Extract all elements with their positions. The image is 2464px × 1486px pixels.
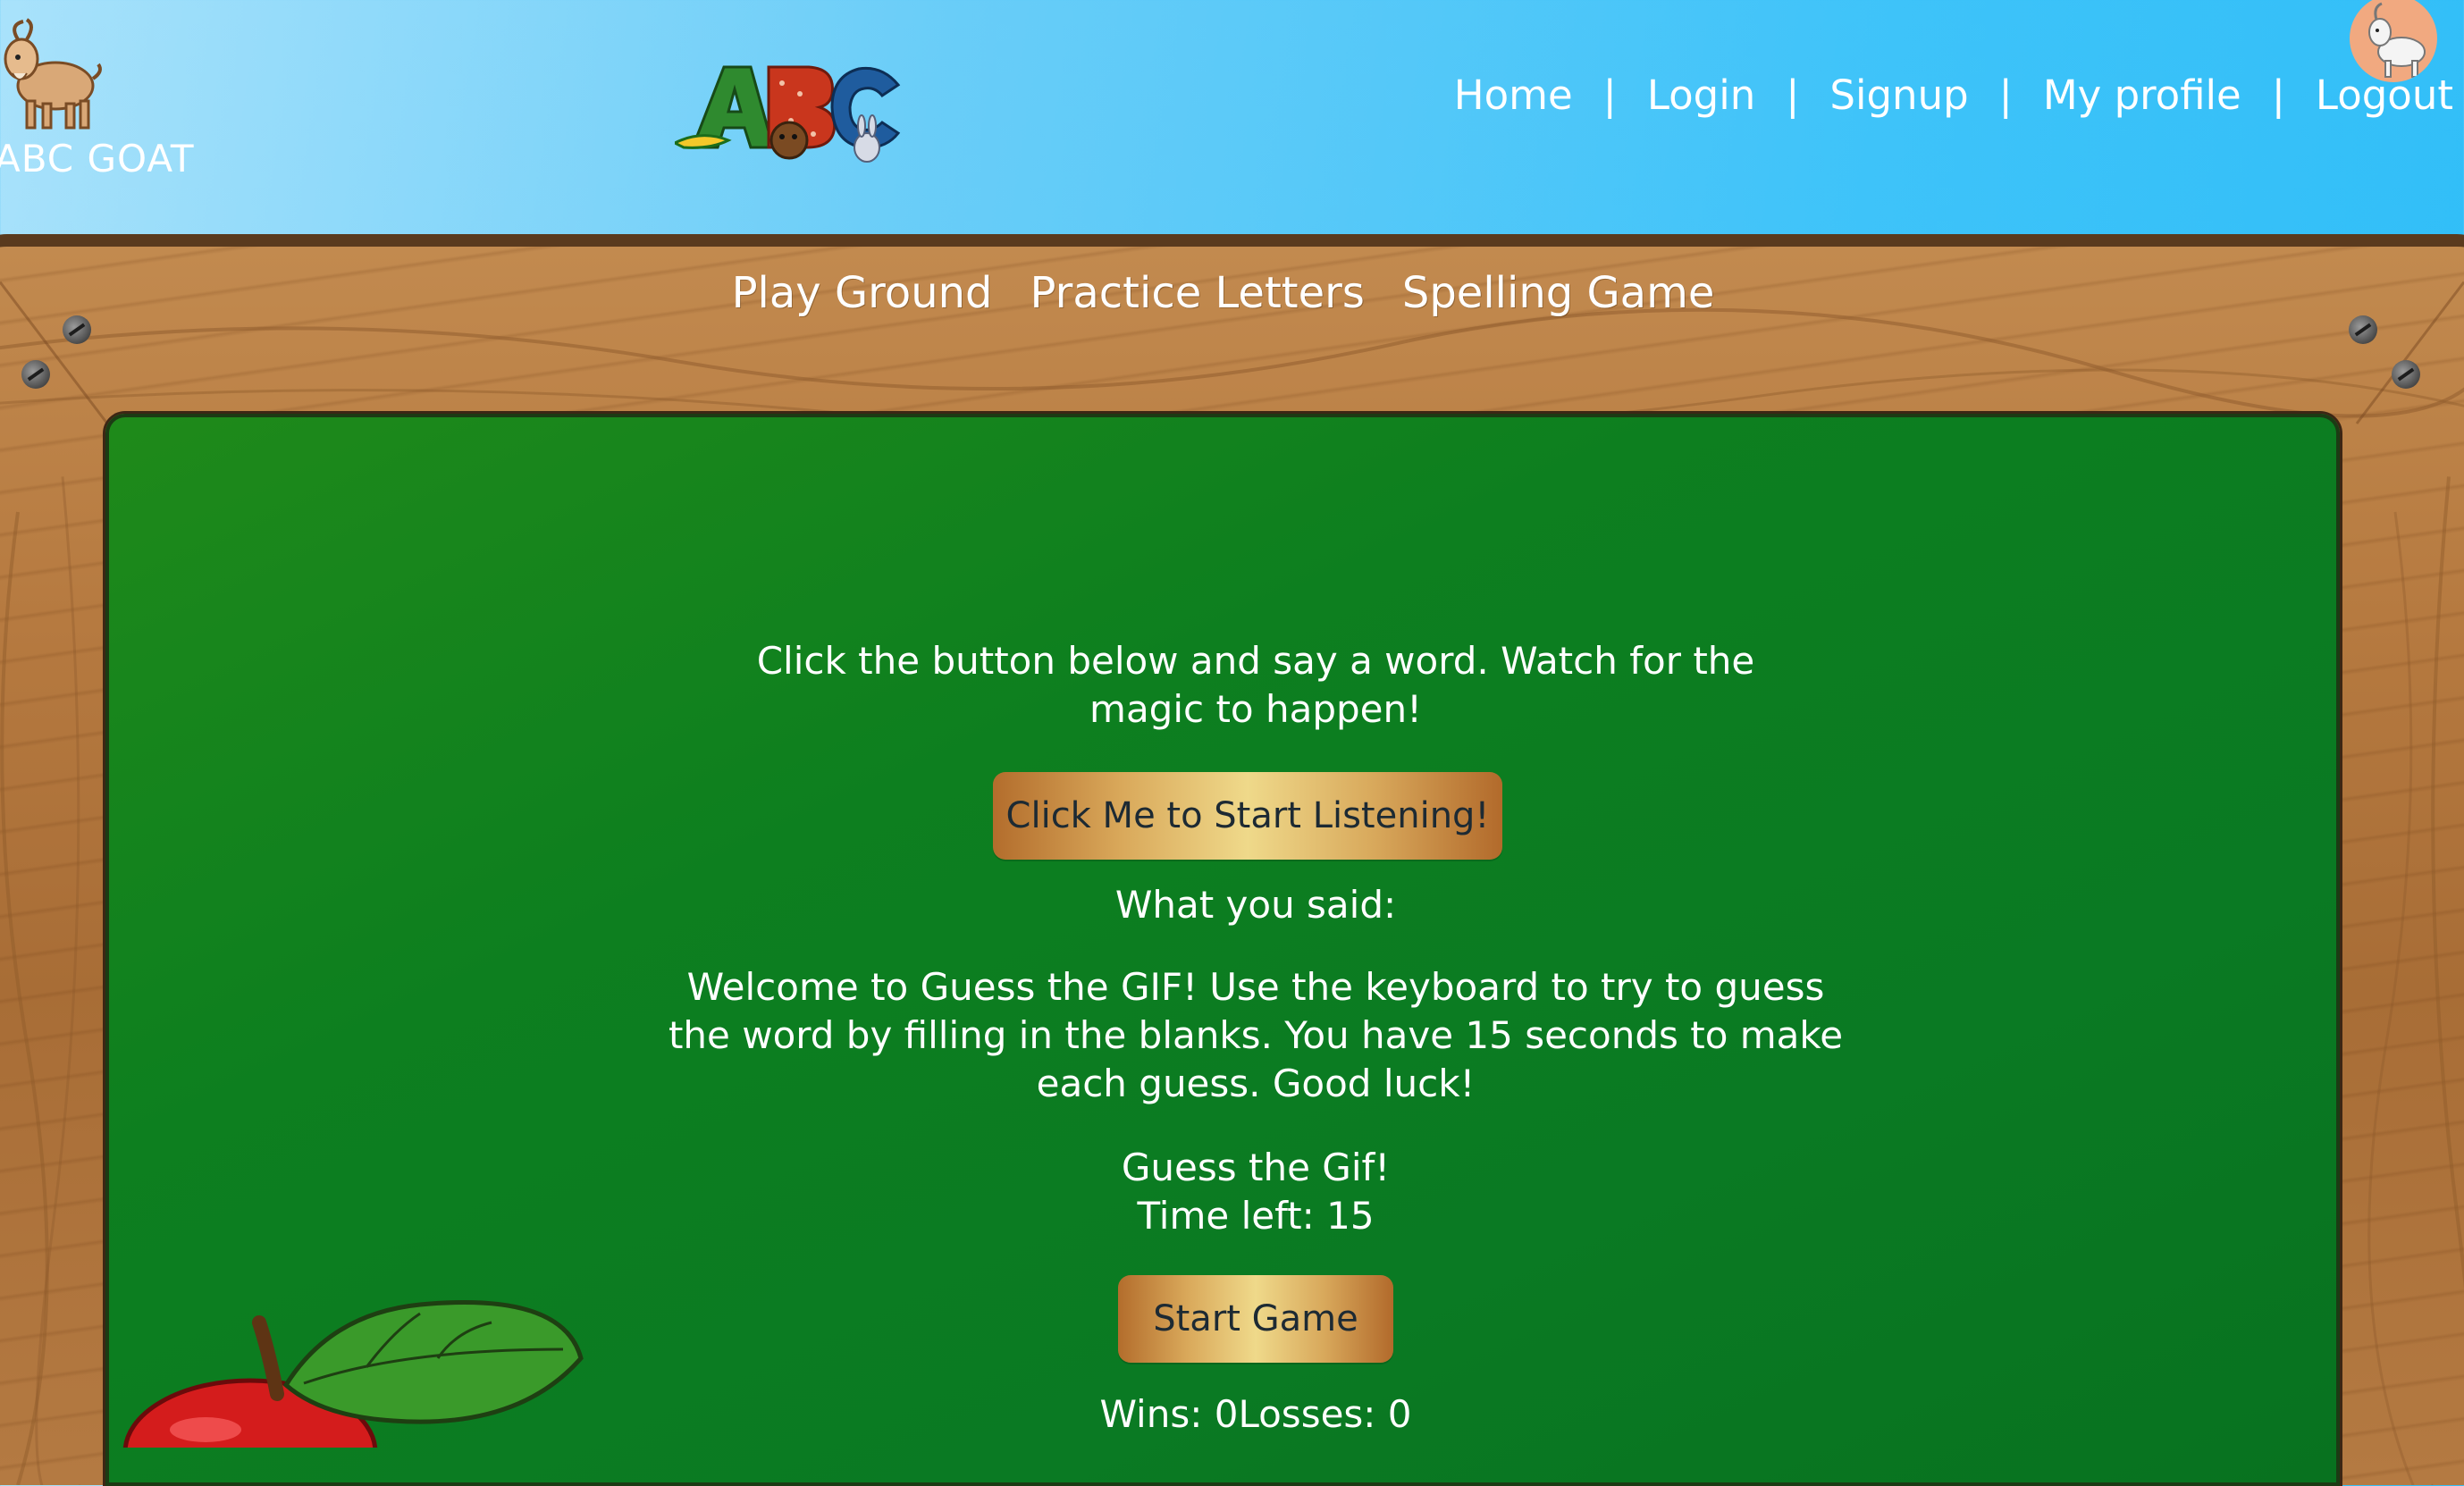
timer-text: Time left: 15 bbox=[1137, 1194, 1375, 1238]
start-game-button[interactable]: Start Game bbox=[1118, 1275, 1393, 1363]
abc-animals-logo-icon bbox=[675, 65, 901, 163]
nav-home-link[interactable]: Home bbox=[1454, 71, 1573, 119]
screw-icon bbox=[2349, 315, 2377, 344]
board-nav: Play Ground Practice Letters Spelling Ga… bbox=[0, 268, 2455, 318]
nav-play-ground[interactable]: Play Ground bbox=[732, 268, 993, 318]
game-title: Guess the Gif! bbox=[1121, 1146, 1391, 1189]
brand-name: ABC GOAT bbox=[0, 137, 195, 181]
top-nav: Home | Login | Signup | My profile | Log… bbox=[1454, 71, 2453, 119]
screw-icon bbox=[63, 315, 91, 344]
screw-icon bbox=[2392, 360, 2420, 389]
speech-result-label: What you said: bbox=[1114, 883, 1397, 927]
apple-icon bbox=[122, 1300, 584, 1448]
nav-spelling-game[interactable]: Spelling Game bbox=[1402, 268, 1715, 318]
nav-separator: | bbox=[1998, 71, 2013, 119]
nav-login-link[interactable]: Login bbox=[1647, 71, 1755, 119]
goat-avatar-icon bbox=[2368, 2, 2426, 78]
start-listening-button[interactable]: Click Me to Start Listening! bbox=[993, 772, 1502, 860]
nav-separator: | bbox=[2271, 71, 2285, 119]
nav-signup-link[interactable]: Signup bbox=[1829, 71, 1968, 119]
welcome-text: Welcome to Guess the GIF! Use the keyboa… bbox=[668, 965, 1844, 1105]
nav-separator: | bbox=[1602, 71, 1617, 119]
goat-logo-icon bbox=[4, 18, 102, 130]
user-avatar[interactable] bbox=[2350, 0, 2437, 82]
score-text: Wins: 0Losses: 0 bbox=[1099, 1392, 1412, 1436]
nav-my-profile-link[interactable]: My profile bbox=[2043, 71, 2241, 119]
screw-icon bbox=[21, 360, 50, 389]
nav-separator: | bbox=[1786, 71, 1800, 119]
intro-text: Click the button below and say a word. W… bbox=[756, 639, 1755, 731]
nav-practice-letters[interactable]: Practice Letters bbox=[1030, 268, 1365, 318]
brand[interactable]: ABC GOAT bbox=[0, 16, 206, 186]
